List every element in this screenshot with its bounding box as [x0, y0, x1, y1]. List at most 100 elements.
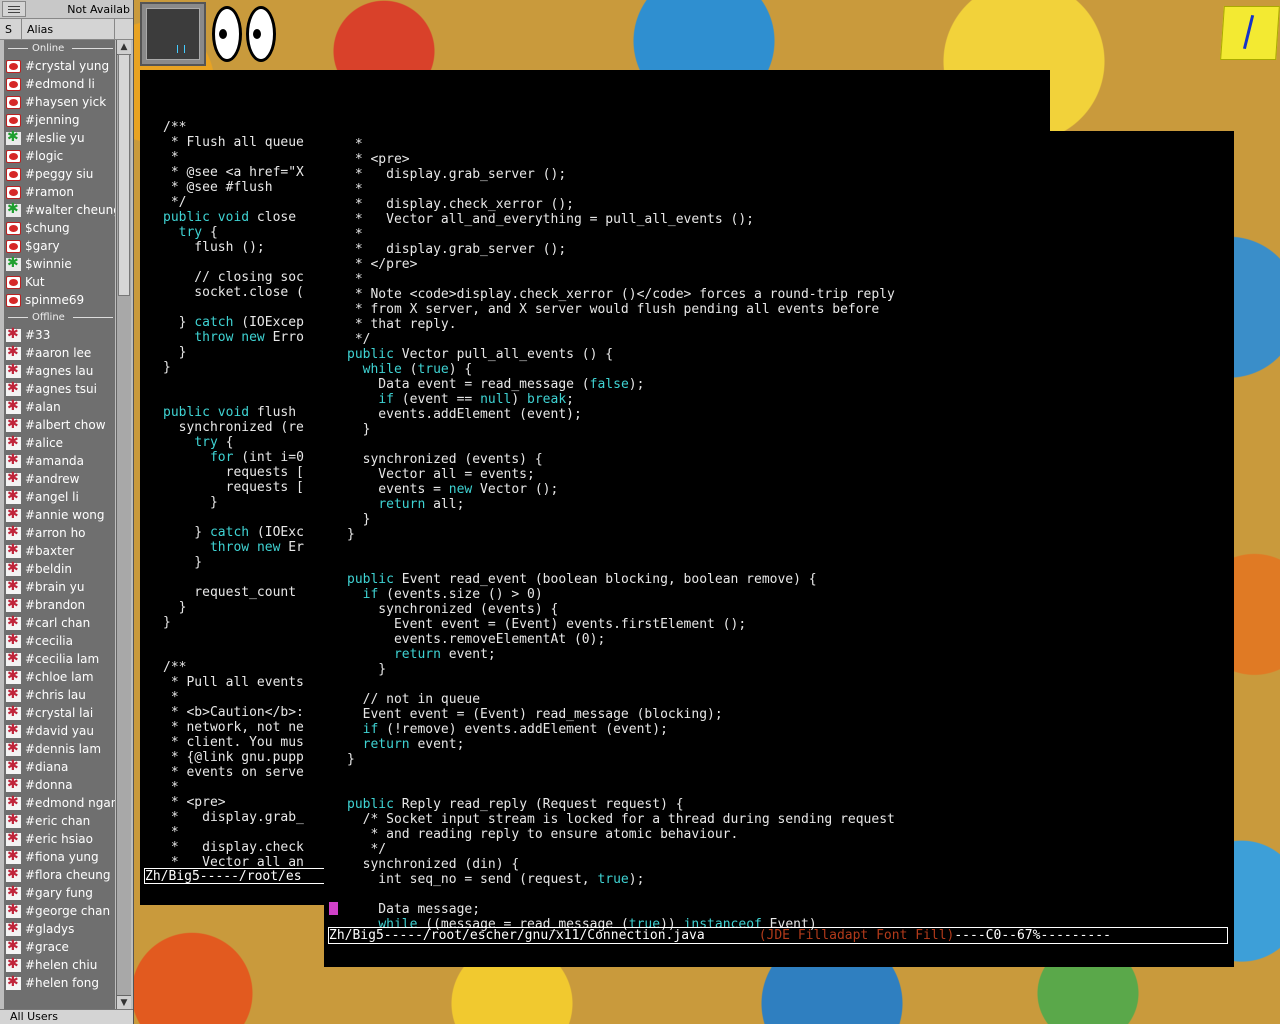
buddy-row[interactable]: #edmond li	[4, 75, 115, 93]
clock-dockapp-icon[interactable]	[1220, 6, 1280, 60]
buddy-row[interactable]: #beldin	[4, 560, 115, 578]
scroll-down-icon[interactable]: ▼	[117, 995, 131, 1010]
code-line: * from X server, and X server would flus…	[347, 302, 880, 317]
status-selector[interactable]: Not Availab	[26, 3, 133, 16]
code-line: synchronized (events) {	[347, 452, 543, 467]
buddy-row[interactable]: #george chan	[4, 902, 115, 920]
buddy-row[interactable]: #agnes lau	[4, 362, 115, 380]
buddy-row[interactable]: #dennis lam	[4, 740, 115, 758]
buddy-row[interactable]: #eric chan	[4, 812, 115, 830]
buddy-row[interactable]: #gladys	[4, 920, 115, 938]
buddy-row[interactable]: spinme69	[4, 291, 115, 309]
buddy-row[interactable]: #annie wong	[4, 506, 115, 524]
buddy-row[interactable]: #alan	[4, 398, 115, 416]
buddy-row[interactable]: $chung	[4, 219, 115, 237]
buddy-row[interactable]: #chris lau	[4, 686, 115, 704]
buddy-row[interactable]: #edmond ngan	[4, 794, 115, 812]
buddy-row[interactable]: #alice	[4, 434, 115, 452]
buddy-alias: #ramon	[25, 185, 74, 199]
buddy-row[interactable]: #brandon	[4, 596, 115, 614]
buddy-row[interactable]: #fiona yung	[4, 848, 115, 866]
buddy-alias: #angel li	[25, 490, 79, 504]
buddy-row[interactable]: #cecilia	[4, 632, 115, 650]
buddy-alias: #aaron lee	[25, 346, 92, 360]
code-line: * {@link gnu.pupp	[163, 750, 304, 765]
buddy-row[interactable]: #brain yu	[4, 578, 115, 596]
buddy-row[interactable]: #baxter	[4, 542, 115, 560]
buddy-alias: #helen fong	[25, 976, 99, 990]
online-status-icon	[6, 275, 21, 289]
buddy-alias: #eric hsiao	[25, 832, 94, 846]
buddy-row[interactable]: #leslie yu	[4, 129, 115, 147]
code-line: public Reply read_reply (Request request…	[347, 797, 684, 812]
offline-status-icon	[6, 668, 21, 684]
buddy-alias: #fiona yung	[25, 850, 99, 864]
buddy-row[interactable]: #flora cheung	[4, 866, 115, 884]
buddy-row[interactable]: #logic	[4, 147, 115, 165]
buddy-row[interactable]: #peggy siu	[4, 165, 115, 183]
buddy-row[interactable]: #crystal lai	[4, 704, 115, 722]
buddy-row[interactable]: #angel li	[4, 488, 115, 506]
buddy-row[interactable]: Kut	[4, 273, 115, 291]
buddy-row[interactable]: #walter cheung	[4, 201, 115, 219]
buddy-row[interactable]: #arron ho	[4, 524, 115, 542]
buddy-row[interactable]: #ramon	[4, 183, 115, 201]
offline-status-icon	[6, 974, 21, 990]
buddy-row[interactable]: #33	[4, 326, 115, 344]
buddy-row[interactable]: #eric hsiao	[4, 830, 115, 848]
pager-screen[interactable]	[146, 8, 200, 60]
code-line: * that reply.	[347, 317, 457, 332]
scroll-up-icon[interactable]: ▲	[117, 40, 131, 55]
code-line: *	[347, 227, 363, 242]
desktop-pager[interactable]	[140, 2, 206, 66]
buddy-row[interactable]: #grace	[4, 938, 115, 956]
buddy-row[interactable]: #amanda	[4, 452, 115, 470]
buddy-row[interactable]: #agnes tsui	[4, 380, 115, 398]
buddy-row[interactable]: #helen fong	[4, 974, 115, 992]
online-status-icon	[6, 293, 21, 307]
offline-status-icon	[6, 416, 21, 432]
code-line: request_count	[163, 585, 297, 600]
code-buffer-front[interactable]: * * <pre> * display.grab_server (); * * …	[347, 137, 1230, 932]
code-line: * <pre>	[347, 152, 410, 167]
code-line: public Event read_event (boolean blockin…	[347, 572, 817, 587]
buddy-row[interactable]: #david yau	[4, 722, 115, 740]
column-alias[interactable]: Alias	[22, 19, 115, 39]
buddy-alias: #logic	[25, 149, 64, 163]
buddy-row[interactable]: $gary	[4, 237, 115, 255]
buddy-row[interactable]: #aaron lee	[4, 344, 115, 362]
buddy-row[interactable]: #crystal yung	[4, 57, 115, 75]
buddy-row[interactable]: #haysen yick	[4, 93, 115, 111]
offline-status-icon	[6, 776, 21, 792]
emacs-frame-front[interactable]: * * <pre> * display.grab_server (); * * …	[324, 131, 1234, 967]
group-online[interactable]: Online	[4, 40, 115, 57]
buddy-list-scrollbar[interactable]: ▲ ▼	[116, 40, 131, 1010]
buddy-row[interactable]: #chloe lam	[4, 668, 115, 686]
code-line: }	[347, 752, 355, 767]
buddy-row[interactable]: #andrew	[4, 470, 115, 488]
buddy-row[interactable]: $winnie	[4, 255, 115, 273]
buddy-row[interactable]: #albert chow	[4, 416, 115, 434]
buddy-row[interactable]: #donna	[4, 776, 115, 794]
buddy-row[interactable]: #diana	[4, 758, 115, 776]
buddy-list-header: S Alias	[0, 19, 133, 40]
buddy-row[interactable]: #cecilia lam	[4, 650, 115, 668]
code-line: }	[163, 495, 218, 510]
offline-status-icon	[6, 758, 21, 774]
menu-icon[interactable]	[2, 1, 26, 17]
buddy-row[interactable]: #gary fung	[4, 884, 115, 902]
code-line: public void flush	[163, 405, 297, 420]
buddy-row[interactable]: #jenning	[4, 111, 115, 129]
group-offline[interactable]: Offline	[4, 309, 115, 326]
code-buffer-back[interactable]: /** * Flush all queue * * @see <a href="…	[163, 120, 325, 870]
code-line: events.addElement (event);	[347, 407, 582, 422]
buddy-alias: #alice	[25, 436, 64, 450]
all-users-tab[interactable]: All Users	[0, 1009, 133, 1024]
code-line: return event;	[362, 737, 465, 752]
buddy-row[interactable]: #helen chiu	[4, 956, 115, 974]
column-status[interactable]: S	[0, 19, 22, 39]
scrollbar-thumb[interactable]	[118, 54, 130, 296]
buddy-row[interactable]: #carl chan	[4, 614, 115, 632]
offline-status-icon	[6, 524, 21, 540]
